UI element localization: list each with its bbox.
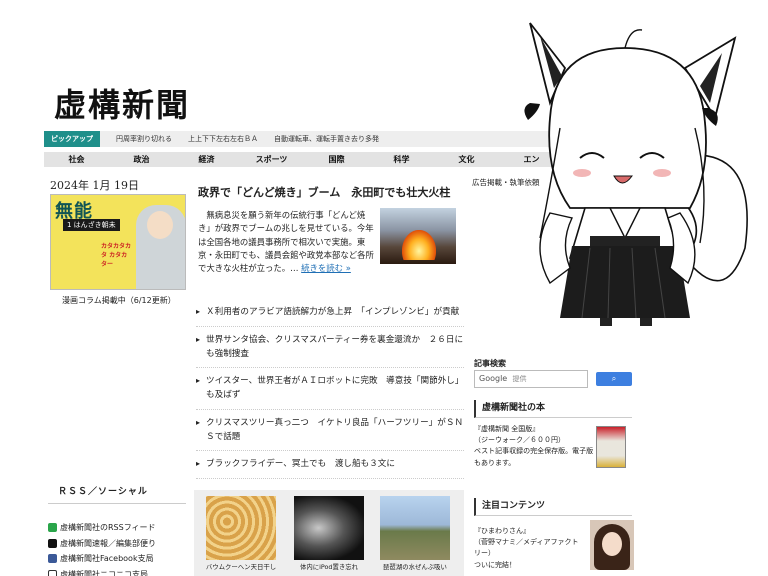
pickup-bar: ピックアップ 円周率割り切れる 上上下下左右左右ＢＡ 自動運転車、運転手置き去り… [44,131,564,147]
search-input[interactable]: Google 提供 [474,370,588,388]
news-item[interactable]: Ｘ利用者のアラビア語読解力が急上昇 「インプレゾンビ」が貢献 [196,306,464,327]
site-logo[interactable]: 虚構新聞 [54,80,190,126]
featured-section-title: 注目コンテンツ [474,498,632,516]
facebook-link[interactable]: 虚構新聞社Facebook支局 [48,551,186,567]
current-date: 2024年 1月 19日 [50,179,139,192]
nav-item-science[interactable]: 科学 [369,152,434,167]
niconico-link-label: 虚構新聞社ニコニコ支局 [60,569,148,576]
facebook-link-label: 虚構新聞社Facebook支局 [60,554,154,564]
manga-character-face [147,211,173,239]
thumb-caption[interactable]: バウムクーヘン天日干し [199,562,283,571]
thumb-baumkuchen[interactable] [206,496,276,560]
news-item[interactable]: ツイスター、世界王者がＡＩロボットに完敗 導意技「関節外し」も及ばず [196,375,464,410]
thumb-lake[interactable] [380,496,450,560]
search-section-title: 記事検索 [474,359,506,368]
nav-item-society[interactable]: 社会 [44,152,109,167]
rss-link[interactable]: 虚構新聞社のRSSフィード [48,520,186,536]
fox-girl-mascot-illustration [524,22,748,326]
facebook-icon [48,554,57,564]
thumb-caption[interactable]: 琵琶湖の水ぜんぶ吸い [373,562,457,571]
read-more-link[interactable]: 続きを読む » [301,263,351,273]
nav-item-international[interactable]: 国際 [304,152,369,167]
manga-cover-tag: 1 はんざき朝未 [63,219,120,231]
news-list: Ｘ利用者のアラビア語読解力が急上昇 「インプレゾンビ」が貢献 世界サンタ協会、ク… [196,306,464,486]
search-placeholder: 提供 [512,375,527,383]
featured-description[interactable]: 『ひまわりさん』 （菅野マナミ／メディアファクトリー） ついに完結！ [474,526,584,571]
pickup-item[interactable]: 円周率割り切れる [116,134,172,144]
google-logo: Google [479,374,508,383]
pickup-item[interactable]: 上上下下左右左右ＢＡ [188,134,258,144]
manga-cover-sfx: カタカタカタ カタカター [101,243,132,268]
niconico-link[interactable]: 虚構新聞社ニコニコ支局 [48,567,186,576]
fire-image [402,230,436,260]
thumb-xray[interactable] [294,496,364,560]
rss-icon [48,523,57,533]
manga-banner[interactable]: 無能 1 はんざき朝未 カタカタカタ カタカター [50,194,186,290]
category-nav: 社会 政治 経済 スポーツ 国際 科学 文化 エン [44,152,564,167]
lead-article-body: 無病息災を願う新年の伝統行事「どんど焼き」が政界でブームの兆しを見せている。今年… [198,209,374,275]
x-twitter-icon [48,538,57,548]
manga-caption-link[interactable]: 漫画コラム掲載中（6/12更新） [62,295,176,306]
twitter-link-label: 虚構新聞速報／編集部便り [60,538,156,548]
news-item[interactable]: ブラックフライデー、冥土でも 渡し船も３文に [196,458,464,479]
book-cover-image[interactable] [596,426,626,468]
pickup-label: ピックアップ [44,131,100,147]
pickup-item[interactable]: 自動運転車、運転手置き去り多発 [274,134,379,144]
book-description[interactable]: 『虚構新聞 全国版』 （ジーウォーク／６００円） ベスト記事収録の完全保存版。電… [474,424,594,469]
rss-social-section: ＲＳＳ／ソーシャル 虚構新聞社のRSSフィード 虚構新聞速報／編集部便り 虚構新… [48,484,186,576]
niconico-icon [48,570,57,576]
news-item[interactable]: クリスマスツリー真っ二つ イケトリ良品「ハーフツリー」がＳＮＳで話題 [196,417,464,452]
featured-thumbnail[interactable] [590,520,634,570]
lead-headline[interactable]: 政界で「どんど焼き」ブーム 永田町でも壮大火柱 [198,184,450,200]
books-section-title: 虚構新聞社の本 [474,400,632,418]
rss-section-title: ＲＳＳ／ソーシャル [48,484,186,504]
nav-item-sports[interactable]: スポーツ [239,152,304,167]
photo-thumbnails: バウムクーヘン天日干し 体内にiPod置き忘れ 琵琶湖の水ぜんぶ吸い [194,490,464,576]
rss-link-label: 虚構新聞社のRSSフィード [60,523,156,532]
search-button[interactable]: ⌕ [596,372,632,386]
search-icon: ⌕ [611,374,617,383]
nav-item-politics[interactable]: 政治 [109,152,174,167]
nav-item-culture[interactable]: 文化 [434,152,499,167]
twitter-link[interactable]: 虚構新聞速報／編集部便り [48,536,186,552]
lead-photo-bonfire[interactable] [380,208,456,264]
face-shape [602,532,622,556]
thumb-caption[interactable]: 体内にiPod置き忘れ [287,562,371,571]
nav-item-economy[interactable]: 経済 [174,152,239,167]
news-item[interactable]: 世界サンタ協会、クリスマスパーティー券を裏金還流か ２６日にも強制捜査 [196,334,464,369]
